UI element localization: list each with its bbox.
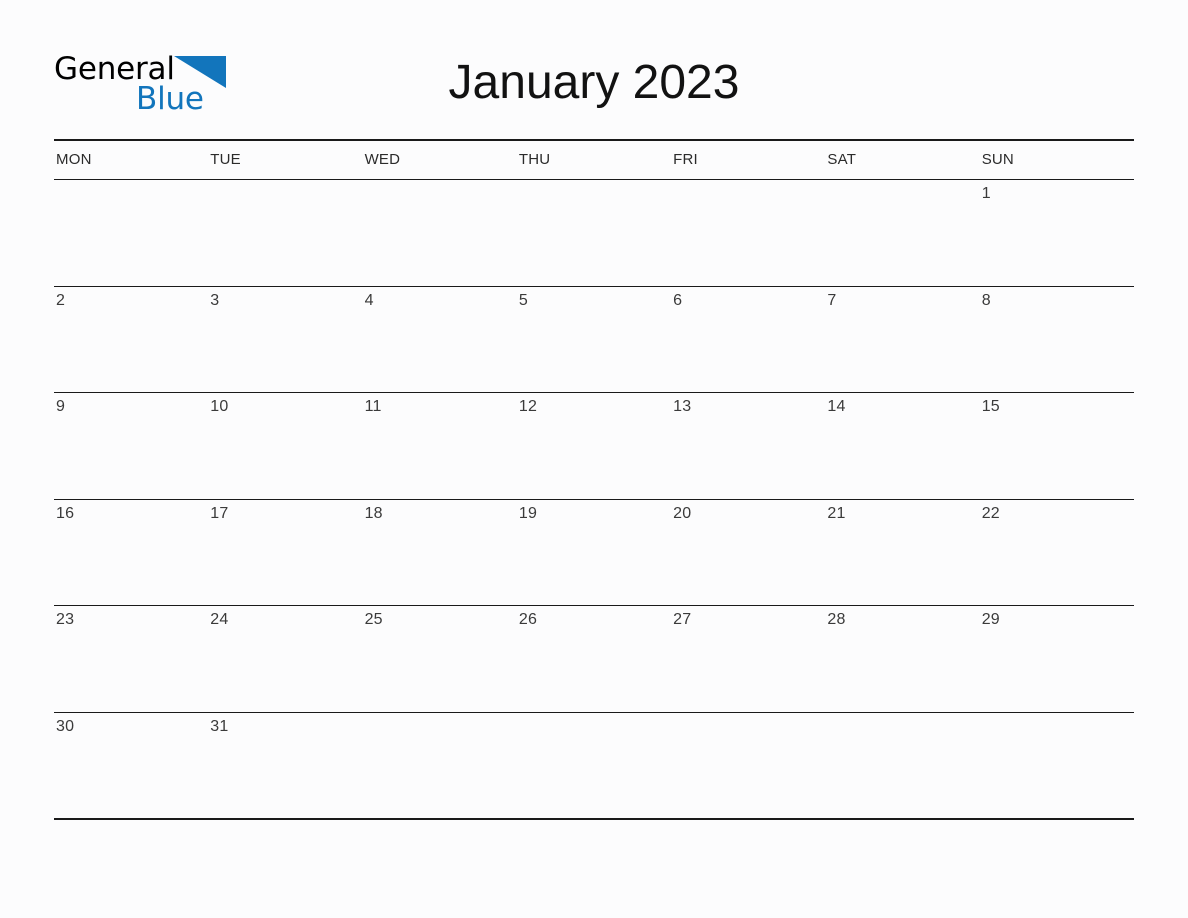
- day-cell[interactable]: 21: [825, 500, 979, 606]
- day-cell[interactable]: 1: [980, 180, 1134, 286]
- day-number: 23: [56, 611, 75, 628]
- page-title: January 2023: [448, 56, 740, 109]
- day-number: 30: [56, 717, 75, 735]
- weekday-header-sat: SAT: [827, 151, 857, 168]
- day-cell[interactable]: [363, 180, 517, 286]
- weekday-header-mon: MON: [56, 151, 92, 168]
- day-cell[interactable]: 11: [363, 393, 517, 499]
- day-cell[interactable]: [517, 713, 671, 819]
- day-cell[interactable]: 26: [517, 606, 671, 712]
- day-number: 20: [673, 504, 692, 522]
- day-number: 28: [827, 611, 846, 628]
- calendar-page: General Blue January 2023 MON TUE WED TH…: [0, 0, 1188, 918]
- day-cell[interactable]: 16: [54, 500, 208, 606]
- day-number: 10: [210, 398, 229, 415]
- day-number: 26: [518, 611, 538, 628]
- page-header: General Blue January 2023: [0, 0, 1188, 115]
- day-number: 21: [827, 504, 846, 522]
- day-cell[interactable]: 17: [208, 500, 362, 606]
- day-cell[interactable]: 12: [517, 393, 671, 499]
- week-row: 16 17 18 19 20 21 22: [54, 500, 1134, 606]
- day-cell[interactable]: 23: [54, 606, 208, 712]
- day-cell[interactable]: 7: [825, 287, 979, 393]
- day-number: 27: [673, 611, 692, 628]
- day-cell[interactable]: 31: [208, 713, 362, 819]
- day-cell[interactable]: 18: [363, 500, 517, 606]
- day-number: 15: [981, 398, 1000, 415]
- day-number: 3: [210, 291, 220, 309]
- day-number: 6: [673, 291, 683, 309]
- day-number: 14: [827, 398, 846, 415]
- day-cell[interactable]: [825, 180, 979, 286]
- day-cell[interactable]: 22: [980, 500, 1134, 606]
- week-row: 2 3 4 5 6 7 8: [54, 287, 1134, 393]
- day-cell[interactable]: 4: [363, 287, 517, 393]
- day-cell[interactable]: 28: [825, 606, 979, 712]
- day-cell[interactable]: 30: [54, 713, 208, 819]
- day-number: 25: [364, 611, 383, 628]
- day-number: 31: [210, 717, 229, 735]
- day-cell[interactable]: 19: [517, 500, 671, 606]
- day-cell[interactable]: 14: [825, 393, 979, 499]
- day-number: 29: [981, 611, 1000, 628]
- day-number: 7: [827, 291, 837, 309]
- weekday-header-row: MON TUE WED THU FRI SAT SUN: [54, 139, 1134, 180]
- day-cell[interactable]: 2: [54, 287, 208, 393]
- day-cell[interactable]: [825, 713, 979, 819]
- day-number: 18: [364, 504, 383, 522]
- day-number: 9: [56, 398, 66, 415]
- day-cell[interactable]: 29: [980, 606, 1134, 712]
- day-number: 13: [673, 398, 692, 415]
- day-cell[interactable]: 10: [208, 393, 362, 499]
- day-cell[interactable]: 9: [54, 393, 208, 499]
- day-number: 17: [210, 504, 229, 522]
- week-row: 1: [54, 180, 1134, 287]
- weekday-header-sun: SUN: [981, 151, 1014, 168]
- day-number: 24: [210, 611, 229, 628]
- day-cell[interactable]: [671, 713, 825, 819]
- day-number: 11: [364, 398, 382, 415]
- week-row: 9 10 11 12 13 14 15: [54, 393, 1134, 500]
- weekday-header-thu: THU: [518, 151, 551, 168]
- day-cell[interactable]: [208, 180, 362, 286]
- day-cell[interactable]: [671, 180, 825, 286]
- day-cell[interactable]: 15: [980, 393, 1134, 499]
- day-cell[interactable]: [363, 713, 517, 819]
- week-row: 23 24 25 26 27 28 29: [54, 606, 1134, 713]
- day-cell[interactable]: [54, 180, 208, 286]
- day-cell[interactable]: 20: [671, 500, 825, 606]
- day-number: 19: [518, 504, 538, 522]
- day-number: 4: [364, 291, 374, 309]
- day-cell[interactable]: 3: [208, 287, 362, 393]
- day-number: 22: [981, 504, 1000, 522]
- weekday-header-fri: FRI: [673, 151, 698, 168]
- day-number: 5: [518, 291, 528, 309]
- day-cell[interactable]: [517, 180, 671, 286]
- day-number: 8: [981, 291, 991, 309]
- week-row: 30 31: [54, 713, 1134, 820]
- day-cell[interactable]: 8: [980, 287, 1134, 393]
- day-number: 12: [518, 398, 538, 415]
- day-number: 16: [56, 504, 75, 522]
- calendar-grid: MON TUE WED THU FRI SAT SUN 1 2 3 4 5 6 …: [54, 139, 1134, 820]
- day-cell[interactable]: 6: [671, 287, 825, 393]
- day-cell[interactable]: 5: [517, 287, 671, 393]
- day-number: 2: [56, 291, 66, 309]
- day-cell[interactable]: 13: [671, 393, 825, 499]
- weekday-header-wed: WED: [364, 151, 401, 168]
- weekday-header-tue: TUE: [210, 151, 241, 168]
- day-number: 1: [981, 185, 991, 202]
- day-cell[interactable]: 27: [671, 606, 825, 712]
- day-cell[interactable]: 25: [363, 606, 517, 712]
- day-cell[interactable]: [980, 713, 1134, 819]
- day-cell[interactable]: 24: [208, 606, 362, 712]
